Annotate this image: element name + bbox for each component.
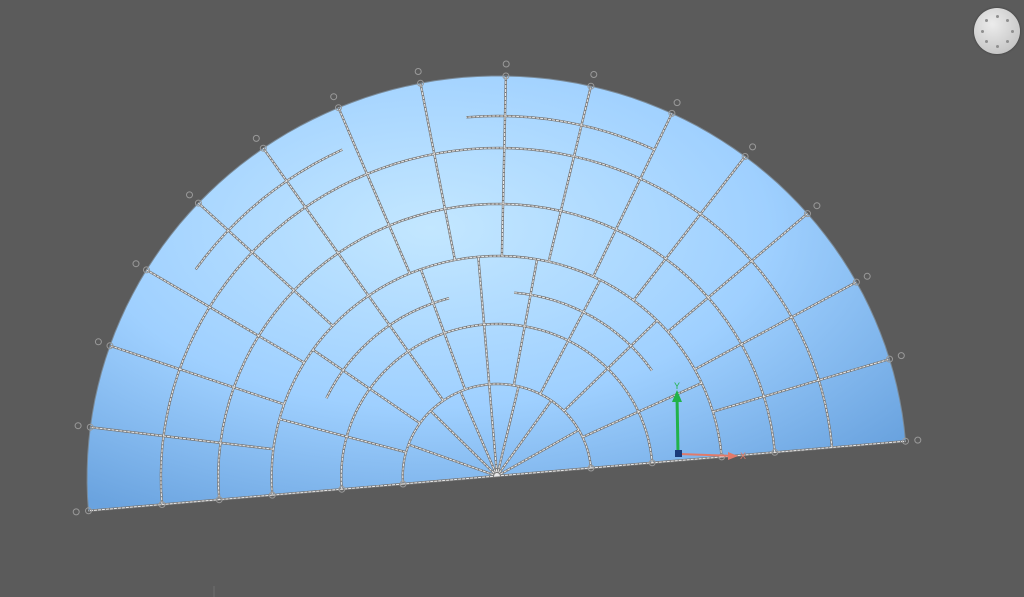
view-cube-dot: [995, 44, 999, 48]
control-point[interactable]: [673, 99, 681, 107]
control-point[interactable]: [502, 60, 510, 68]
control-point[interactable]: [813, 202, 821, 210]
control-point[interactable]: [590, 71, 598, 78]
3d-viewport[interactable]: Y X: [0, 0, 1024, 597]
view-cube-icon[interactable]: [974, 8, 1020, 54]
view-cube-dot: [1006, 18, 1010, 22]
mesh-scene[interactable]: Y X: [0, 0, 1024, 597]
control-point[interactable]: [252, 134, 260, 142]
semicircle-surface[interactable]: [86, 75, 907, 512]
control-point[interactable]: [414, 68, 422, 75]
view-cube-dot: [984, 40, 988, 44]
y-axis-arrow: [675, 395, 680, 454]
view-cube-dot: [995, 14, 999, 18]
control-point[interactable]: [74, 422, 82, 430]
view-cube-dot: [1006, 40, 1010, 44]
origin-marker: [675, 450, 682, 457]
control-point[interactable]: [94, 338, 102, 346]
control-point[interactable]: [132, 260, 140, 268]
control-point[interactable]: [863, 272, 871, 280]
x-axis-label: X: [740, 451, 746, 461]
control-point[interactable]: [72, 508, 80, 516]
control-point[interactable]: [914, 436, 922, 444]
control-point[interactable]: [749, 143, 757, 151]
view-cube-dot: [984, 18, 988, 22]
view-cube-dot: [980, 29, 984, 33]
control-point[interactable]: [330, 93, 338, 101]
view-cube-dot: [1010, 29, 1014, 33]
y-axis-label: Y: [674, 381, 680, 391]
control-point[interactable]: [897, 352, 905, 360]
control-point[interactable]: [186, 191, 193, 199]
